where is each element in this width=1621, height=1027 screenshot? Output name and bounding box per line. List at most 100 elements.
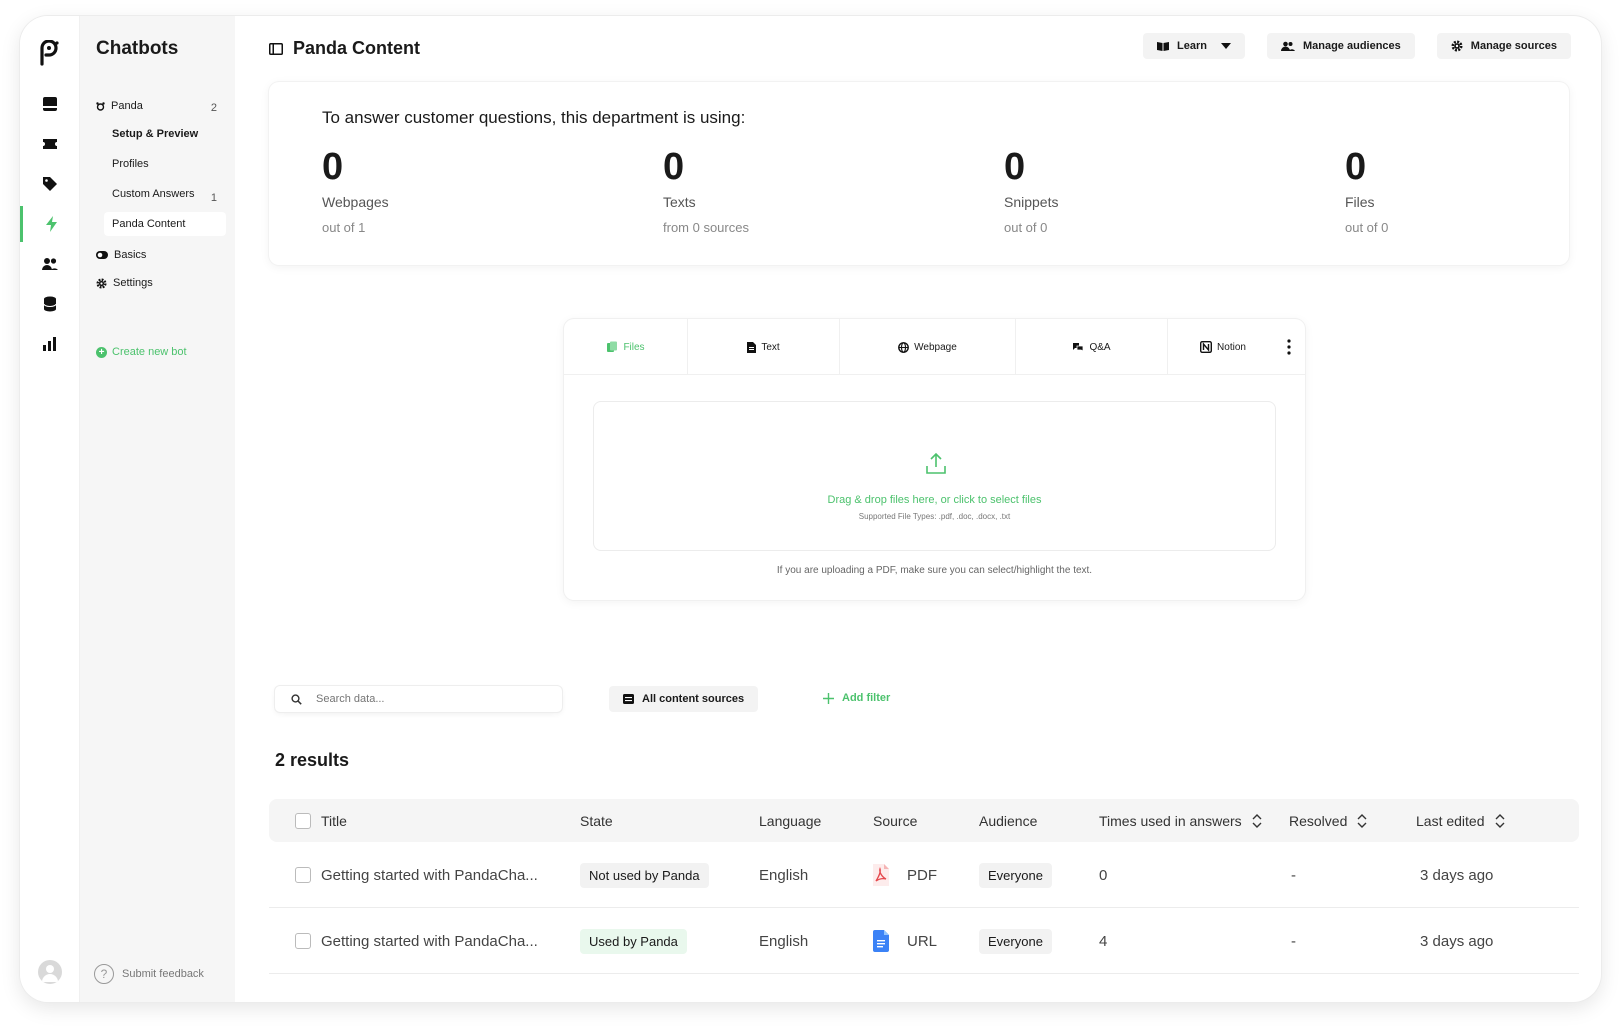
inbox-icon[interactable]: [20, 86, 80, 122]
stat-note: from 0 sources: [663, 220, 749, 235]
sidebar-toggle-icon[interactable]: [269, 42, 283, 55]
document-icon: [747, 341, 757, 353]
stat-note: out of 0: [1004, 220, 1048, 235]
supported-types-text: Supported File Types: .pdf, .doc, .docx,…: [858, 512, 1011, 521]
search-box: [275, 686, 562, 712]
add-filter-button[interactable]: Add filter: [823, 692, 890, 704]
learn-label: Learn: [1177, 40, 1207, 52]
sidebar-item-setup-preview[interactable]: Setup & Preview: [104, 122, 226, 146]
column-label: Times used in answers: [1099, 812, 1242, 829]
more-options-icon[interactable]: [1283, 337, 1295, 357]
column-last-edited[interactable]: Last edited: [1416, 799, 1505, 842]
chat-bubbles-icon: [1073, 342, 1084, 352]
submit-feedback-link[interactable]: ? Submit feedback: [94, 964, 204, 984]
plus-circle-icon: +: [96, 346, 107, 358]
column-source: Source: [873, 812, 918, 829]
row-checkbox[interactable]: [295, 867, 311, 883]
panda-logo-icon[interactable]: [36, 40, 62, 66]
column-resolved[interactable]: Resolved: [1289, 799, 1367, 842]
column-label: Title: [321, 812, 347, 829]
icon-rail: [20, 16, 80, 1002]
tab-text[interactable]: Text: [688, 319, 840, 375]
sidebar-item-panda[interactable]: Panda: [96, 100, 143, 112]
column-times-used[interactable]: Times used in answers: [1099, 799, 1262, 842]
stat-webpages: 0 Webpages out of 1: [322, 144, 389, 235]
google-doc-icon: [873, 930, 889, 952]
bolt-icon[interactable]: [20, 206, 80, 242]
sort-icon: [1495, 813, 1504, 828]
search-input[interactable]: [316, 693, 536, 705]
tab-webpage[interactable]: Webpage: [840, 319, 1016, 375]
sidebar-item-basics[interactable]: Basics: [96, 249, 146, 261]
manage-sources-button[interactable]: Manage sources: [1436, 33, 1571, 59]
column-state: State: [580, 812, 613, 829]
learn-button[interactable]: Learn: [1143, 33, 1245, 59]
all-content-sources-button[interactable]: All content sources: [609, 686, 759, 712]
create-new-bot-link[interactable]: + Create new bot: [96, 346, 187, 358]
cell-state: Used by Panda: [580, 908, 687, 974]
source-label: URL: [907, 932, 938, 950]
cell-audience: Everyone: [979, 908, 1052, 974]
cell-title: Getting started with PandaCha...: [295, 842, 538, 908]
sidebar-title: Chatbots: [96, 38, 179, 59]
stat-note: out of 0: [1345, 220, 1389, 235]
cell-resolved: -: [1291, 932, 1296, 950]
row-checkbox[interactable]: [295, 933, 311, 949]
stat-label: Webpages: [322, 194, 389, 210]
table-row[interactable]: Getting started with PandaCha... Not use…: [269, 842, 1579, 908]
column-language: Language: [759, 812, 822, 829]
ticket-icon[interactable]: [20, 126, 80, 162]
row-title[interactable]: Getting started with PandaCha...: [321, 867, 538, 884]
column-audience: Audience: [979, 812, 1038, 829]
column-label: Last edited: [1416, 812, 1485, 829]
analytics-icon[interactable]: [20, 326, 80, 362]
tab-qa[interactable]: Q&A: [1016, 319, 1168, 375]
manage-sources-label: Manage sources: [1470, 40, 1557, 52]
main-content: Panda Content Learn Manage audiences Man…: [235, 16, 1601, 1002]
pdf-tip: If you are uploading a PDF, make sure yo…: [776, 565, 1093, 576]
sort-icon: [1357, 813, 1367, 828]
audience-badge: Everyone: [979, 928, 1052, 954]
table-header: Title State Language Source Audience Tim…: [269, 799, 1579, 842]
tab-label: Q&A: [1089, 341, 1111, 353]
users-icon[interactable]: [20, 246, 80, 282]
stat-files: 0 Files out of 0: [1345, 144, 1388, 235]
custom-answers-count: 1: [210, 192, 217, 204]
stat-label: Files: [1345, 194, 1375, 210]
sidebar-item-custom-answers[interactable]: Custom Answers: [104, 182, 226, 206]
manage-audiences-button[interactable]: Manage audiences: [1266, 33, 1415, 59]
tag-icon[interactable]: [20, 166, 80, 202]
tab-label: Files: [623, 341, 645, 353]
user-avatar[interactable]: [38, 960, 62, 984]
stats-lead: To answer customer questions, this depar…: [322, 108, 746, 127]
database-icon[interactable]: [20, 286, 80, 322]
book-icon: [1157, 42, 1169, 51]
tab-notion[interactable]: Notion: [1168, 319, 1278, 375]
chevron-down-icon: [1220, 43, 1231, 49]
upload-icon: [926, 452, 946, 474]
sidebar-item-profiles[interactable]: Profiles: [104, 152, 226, 176]
file-dropzone[interactable]: Drag & drop files here, or click to sele…: [593, 401, 1276, 551]
cell-resolved: -: [1291, 866, 1296, 884]
tab-label: Webpage: [914, 341, 957, 353]
create-new-bot-label: Create new bot: [112, 346, 187, 358]
pdf-file-icon: [873, 864, 889, 886]
gear-icon: [1451, 40, 1463, 52]
sidebar-item-label: Settings: [113, 277, 153, 289]
sidebar-item-settings[interactable]: Settings: [96, 277, 153, 289]
sidebar-item-panda-content[interactable]: Panda Content: [104, 212, 226, 236]
row-title[interactable]: Getting started with PandaCha...: [321, 933, 538, 950]
table-row[interactable]: Getting started with PandaCha... Used by…: [269, 908, 1579, 974]
globe-icon: [898, 341, 910, 353]
state-badge: Not used by Panda: [580, 862, 709, 888]
stat-label: Texts: [663, 194, 696, 210]
header-actions: Learn Manage audiences Manage sources: [1143, 33, 1571, 59]
app-window: Chatbots Panda 2 Setup & Preview Profile…: [20, 16, 1601, 1002]
stat-note: out of 1: [322, 220, 366, 235]
tab-files[interactable]: Files: [564, 319, 688, 375]
notion-icon: [1200, 341, 1213, 353]
cell-times-used: 0: [1099, 866, 1108, 884]
select-all-checkbox[interactable]: [295, 812, 311, 829]
results-count: 2 results: [275, 750, 350, 770]
page-title: Panda Content: [293, 38, 421, 58]
